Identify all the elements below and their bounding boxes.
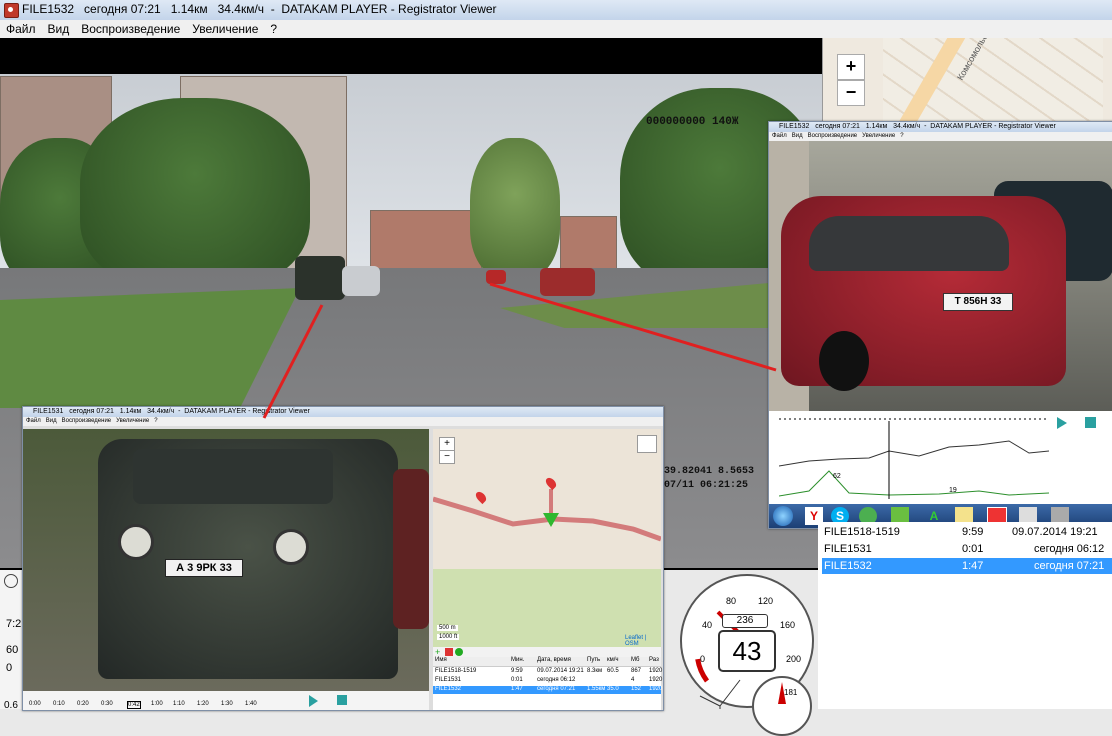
file-duration: 9:59: [962, 526, 984, 538]
file-list: FILE1518-1519 9:59 09.07.2014 19:21 FILE…: [818, 522, 1112, 709]
file-list-row[interactable]: FILE1518-1519 9:59 09.07.2014 19:21: [822, 524, 1112, 540]
callout-line: [489, 282, 777, 372]
axis-icon: [699, 679, 741, 709]
speed-tick: 80: [726, 596, 737, 606]
compass: 181: [752, 676, 812, 736]
speed-tick: 40: [702, 620, 713, 630]
odometer: 236: [722, 614, 768, 628]
speed-tick: 200: [786, 654, 802, 664]
file-list-row[interactable]: FILE1531 0:01 сегодня 06:12: [822, 541, 1112, 557]
speed-readout: 43: [718, 630, 776, 672]
g-sensor-axes: [690, 676, 750, 709]
file-name: FILE1531: [824, 543, 872, 555]
file-date: 09.07.2014 19:21: [1012, 526, 1098, 538]
file-date: сегодня 06:12: [1034, 543, 1105, 555]
file-duration: 0:01: [962, 543, 984, 555]
speed-tick: 120: [758, 596, 774, 606]
speed-tick: 160: [780, 620, 796, 630]
compass-value: 181: [784, 688, 798, 697]
speed-tick: 0: [700, 654, 706, 664]
callout-line: [262, 304, 324, 419]
file-date: сегодня 07:21: [1034, 560, 1105, 572]
file-name: FILE1518-1519: [824, 526, 900, 538]
file-name: FILE1532: [824, 560, 872, 572]
file-duration: 1:47: [962, 560, 984, 572]
file-list-row-selected[interactable]: FILE1532 1:47 сегодня 07:21: [822, 558, 1112, 574]
